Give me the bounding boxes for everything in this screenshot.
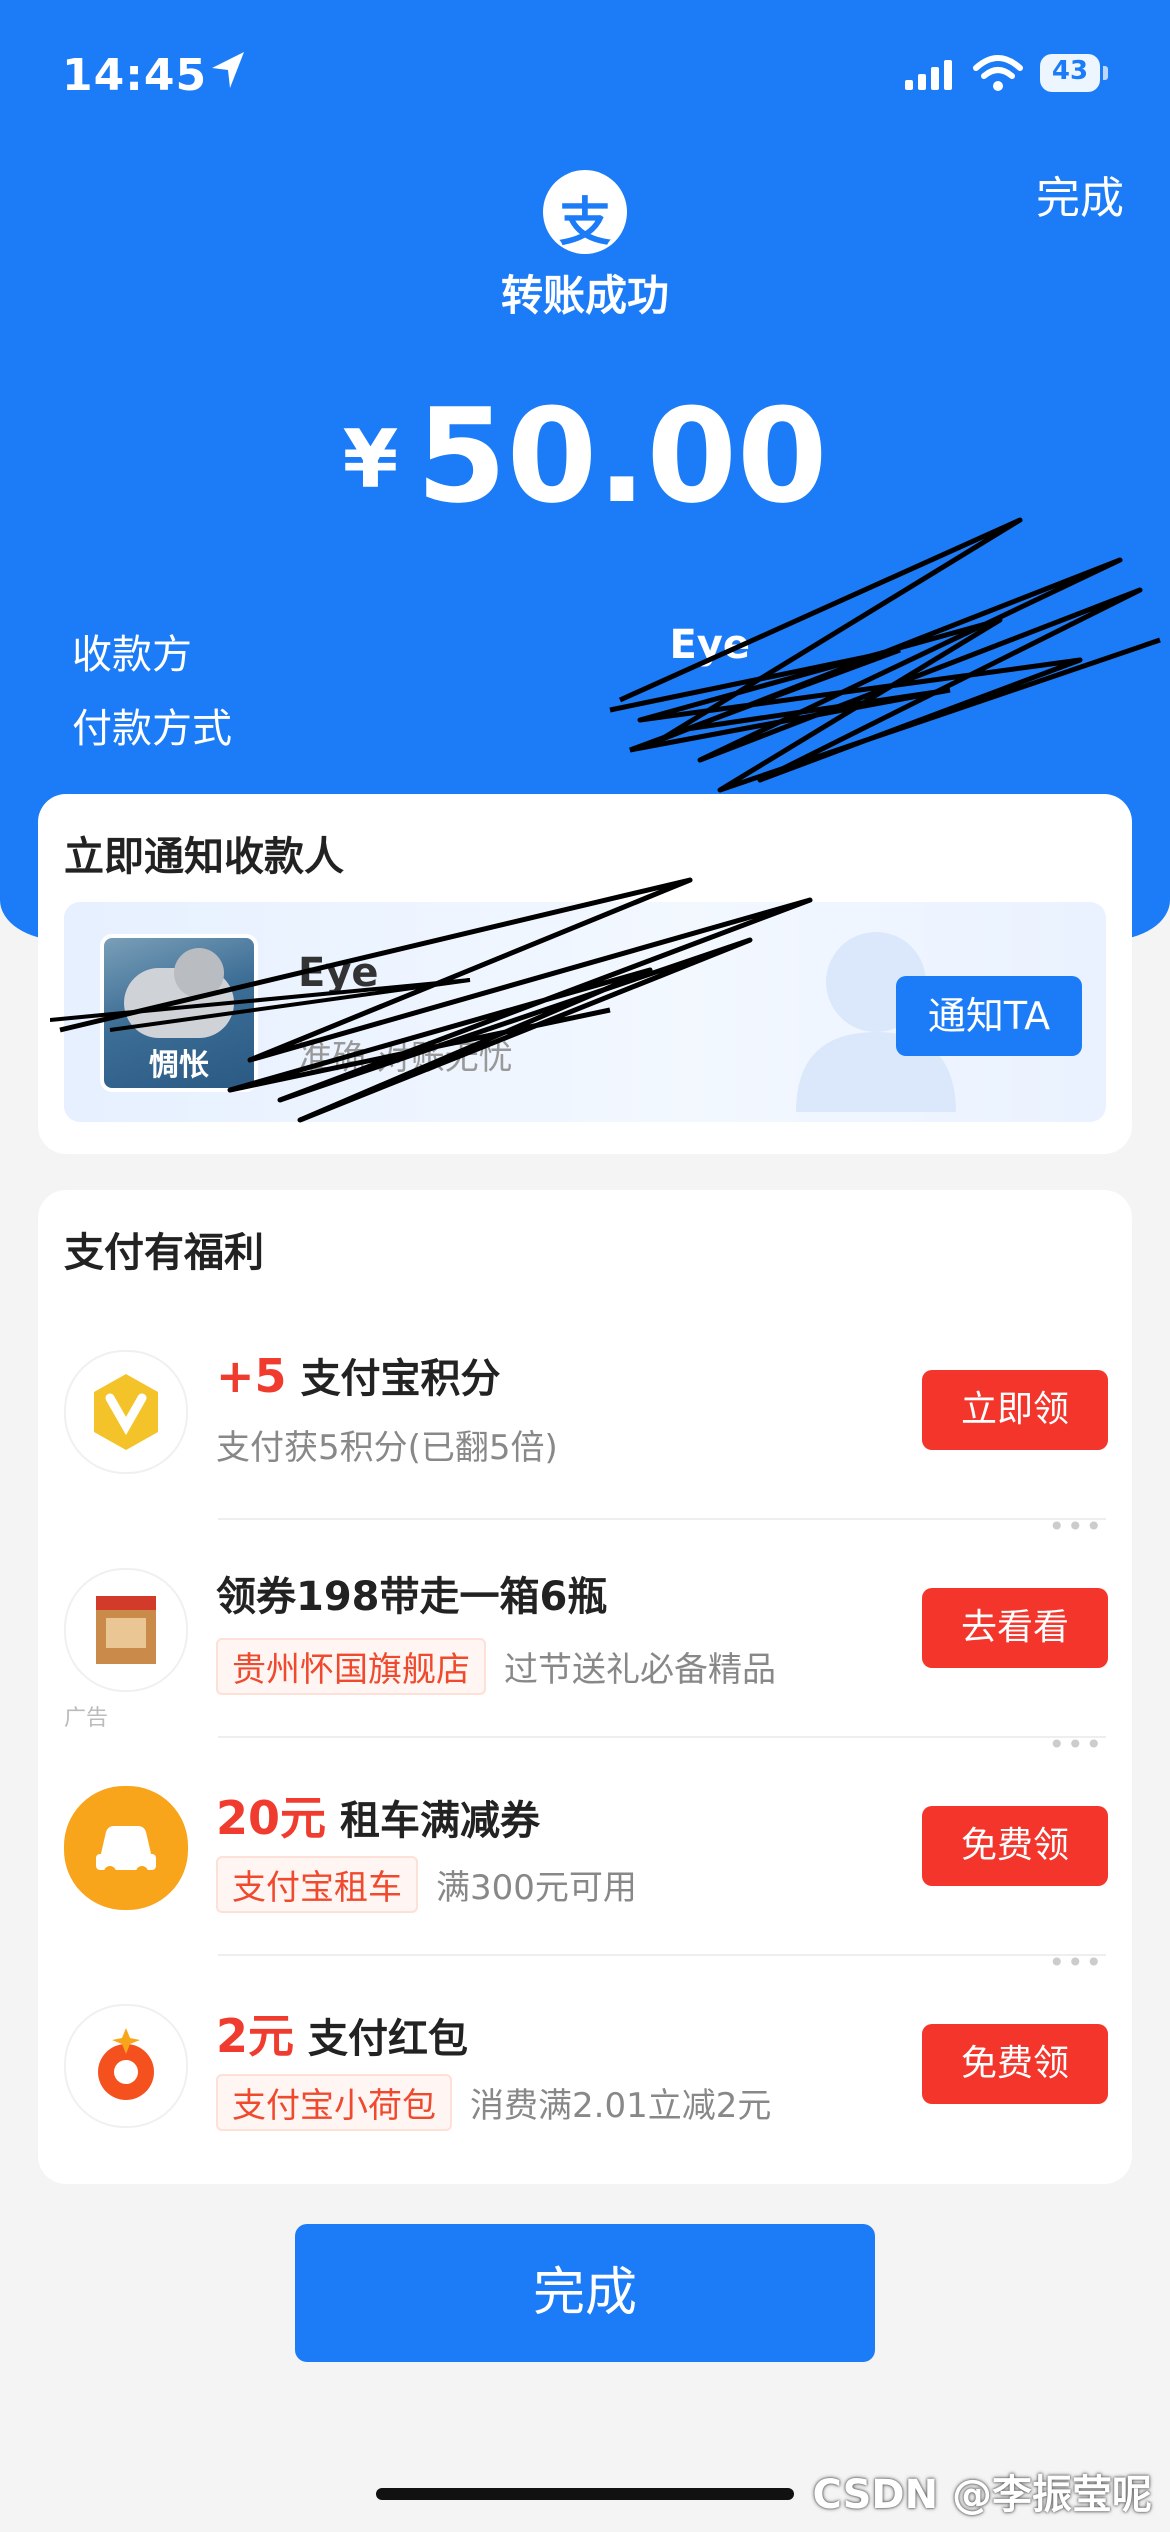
benefit-title: 支付红包	[308, 2016, 469, 2062]
wifi-icon	[973, 55, 1023, 91]
done-link-top[interactable]: 完成	[1036, 162, 1124, 226]
status-bar: 14:45 43	[0, 42, 1170, 112]
benefit-item: ••• 2元 支付红包 支付宝小荷包 消费满2.01立减2元 免费领	[38, 1946, 1132, 2174]
car-rental-icon	[64, 1786, 188, 1910]
alipay-points-icon	[64, 1350, 188, 1474]
battery-level: 43	[1051, 56, 1089, 86]
benefit-subtitle: 过节送礼必备精品	[504, 1650, 776, 1690]
benefit-title: 支付宝积分	[300, 1356, 501, 1402]
benefit-title: 租车满减券	[340, 1798, 541, 1844]
benefit-subtitle: 消费满2.01立减2元	[470, 2086, 772, 2126]
benefit-title: 领券198带走一箱6瓶	[216, 1574, 608, 1620]
done-button[interactable]: 完成	[295, 2224, 875, 2362]
avatar-caption: 惆怅	[149, 1048, 209, 1083]
avatar: 惆怅	[100, 934, 258, 1092]
notify-subtitle: 准确 对账无忧	[298, 1038, 513, 1078]
claim-car-coupon-button[interactable]: 免费领	[922, 1806, 1108, 1886]
liquor-box-icon	[64, 1568, 188, 1692]
battery-icon: 43	[1040, 54, 1110, 94]
benefit-tag: 贵州怀国旗舰店	[216, 1638, 486, 1695]
notify-ta-button[interactable]: 通知TA	[896, 976, 1082, 1056]
notify-card-title: 立即通知收款人	[64, 834, 344, 880]
red-packet-icon	[64, 2004, 188, 2128]
benefit-item: ••• 广告 领券198带走一箱6瓶 贵州怀国旗舰店 过节送礼必备精品 去看看	[38, 1510, 1132, 1738]
ad-label: 广告	[64, 1706, 109, 1731]
benefit-subtitle: 支付获5积分(已翻5倍)	[216, 1428, 558, 1468]
alipay-logo-icon: 支	[543, 170, 627, 254]
more-dots-icon[interactable]: •••	[1048, 1510, 1104, 1543]
benefit-highlight: 20元	[216, 1791, 327, 1845]
benefit-highlight: +5	[216, 1349, 287, 1403]
claim-red-packet-button[interactable]: 免费领	[922, 2024, 1108, 2104]
notify-payee-box: 惆怅 Eye 准确 对账无忧 通知TA	[64, 902, 1106, 1122]
notify-payee-name: Eye	[298, 950, 379, 996]
more-dots-icon[interactable]: •••	[1048, 1946, 1104, 1979]
amount-value: 50.00	[416, 380, 828, 532]
benefit-tag: 支付宝小荷包	[216, 2074, 452, 2131]
watermark: CSDN @李振莹呢	[812, 2472, 1152, 2518]
transfer-amount: ¥50.00	[0, 380, 1170, 532]
benefit-tag: 支付宝租车	[216, 1856, 418, 1913]
benefit-item: ••• 20元 租车满减券 支付宝租车 满300元可用 免费领	[38, 1728, 1132, 1956]
benefit-subtitle: 满300元可用	[436, 1868, 637, 1908]
view-store-button[interactable]: 去看看	[922, 1588, 1108, 1668]
notify-card: 立即通知收款人 惆怅 Eye 准确 对账无忧 通知TA	[38, 794, 1132, 1154]
benefit-highlight: 2元	[216, 2009, 295, 2063]
more-dots-icon[interactable]: •••	[1048, 1728, 1104, 1761]
location-arrow-icon	[212, 52, 244, 88]
cellular-signal-icon	[905, 60, 952, 90]
payee-label: 收款方	[72, 632, 192, 678]
payment-method-label: 付款方式	[72, 706, 232, 752]
benefit-item: +5 支付宝积分 支付获5积分(已翻5倍) 立即领	[38, 1302, 1132, 1520]
payee-value: Eye	[669, 622, 750, 668]
home-indicator[interactable]	[376, 2488, 794, 2500]
status-time: 14:45	[62, 50, 208, 101]
currency-symbol: ¥	[342, 413, 399, 506]
claim-points-button[interactable]: 立即领	[922, 1370, 1108, 1450]
page-title: 转账成功	[500, 271, 669, 320]
benefits-card-title: 支付有福利	[64, 1230, 264, 1276]
benefits-card: 支付有福利 +5 支付宝积分 支付获5积分(已翻5倍) 立即领 ••• 广告 领券…	[38, 1190, 1132, 2184]
